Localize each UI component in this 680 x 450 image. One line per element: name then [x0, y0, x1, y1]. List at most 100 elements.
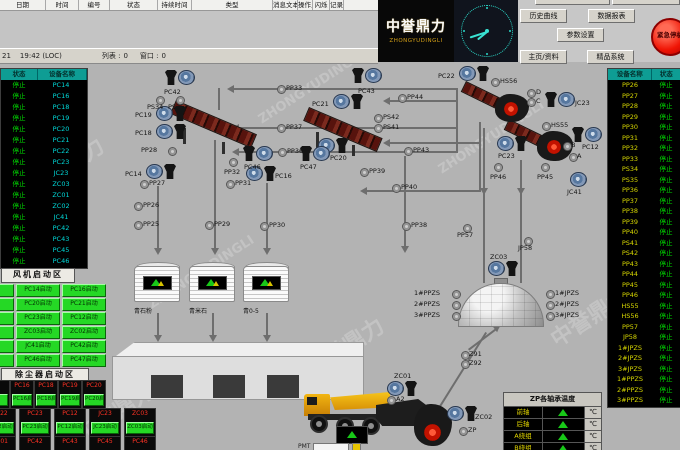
device-zc02[interactable] — [447, 406, 477, 421]
device-status-row[interactable]: PP32 停止 — [608, 143, 680, 154]
device-status-row[interactable]: 1#PPZS 停止 — [608, 374, 680, 385]
storage-silo[interactable]: 青石粉 — [134, 262, 180, 302]
device-status-row[interactable]: HS56 停止 — [608, 311, 680, 322]
dust-start-button[interactable]: JC23启动 — [91, 422, 119, 434]
nav-button-data-report[interactable]: 数据报表 — [588, 9, 635, 23]
device-status-row[interactable]: 停止 PC42 — [1, 223, 87, 234]
device-status-row[interactable]: 停止 PC23 — [1, 157, 87, 168]
device-pc21[interactable] — [333, 94, 363, 109]
device-status-row[interactable]: PP27 停止 — [608, 91, 680, 102]
nav-button-history-curve[interactable]: 历史曲线 — [520, 9, 567, 23]
device-status-row[interactable]: PS34 停止 — [608, 164, 680, 175]
fan-start-button[interactable]: PC42启动 — [62, 340, 106, 353]
fan-start-button[interactable]: JC41启动 — [16, 340, 60, 353]
device-pc43[interactable] — [352, 68, 382, 83]
device-status-row[interactable]: PP38 停止 — [608, 206, 680, 217]
device-status-row[interactable]: 停止 ZC03 — [1, 179, 87, 190]
device-status-row[interactable]: PP37 停止 — [608, 196, 680, 207]
fan-start-button[interactable]: PC47启动 — [62, 354, 106, 367]
nav-button-param-settings[interactable]: 参数设置 — [557, 28, 604, 42]
device-status-row[interactable]: 停止 JC41 — [1, 212, 87, 223]
device-zc03[interactable] — [488, 261, 518, 276]
device-status-row[interactable]: PP29 停止 — [608, 112, 680, 123]
device-status-row[interactable]: 停止 PC22 — [1, 146, 87, 157]
device-status-row[interactable]: PP26 停止 — [608, 80, 680, 91]
fan-start-button[interactable]: ZC02启动 — [62, 326, 106, 339]
device-status-row[interactable]: JP58 停止 — [608, 332, 680, 343]
device-status-row[interactable]: 停止 JC23 — [1, 168, 87, 179]
dust-start-button[interactable]: PC20启动 — [84, 394, 104, 406]
fan-start-button[interactable]: PC23启动 — [16, 312, 60, 325]
fan-start-button[interactable] — [0, 298, 14, 311]
fan-start-button[interactable]: PC12启动 — [62, 312, 106, 325]
device-jc41[interactable] — [570, 172, 587, 187]
device-status-row[interactable]: PP31 停止 — [608, 133, 680, 144]
device-status-row[interactable]: 停止 PC45 — [1, 245, 87, 256]
dust-start-button[interactable]: PC16启动 — [12, 394, 32, 406]
device-status-row[interactable]: PP44 停止 — [608, 269, 680, 280]
alarm-list-empty[interactable] — [0, 11, 378, 48]
device-status-row[interactable]: PS41 停止 — [608, 238, 680, 249]
dust-start-button[interactable]: PC12启动 — [56, 422, 84, 434]
fan-start-button[interactable] — [0, 354, 14, 367]
device-status-row[interactable]: 停止 PC14 — [1, 80, 87, 91]
device-status-row[interactable]: 停止 PC46 — [1, 256, 87, 267]
device-status-row[interactable]: PP33 停止 — [608, 154, 680, 165]
device-pc46[interactable] — [243, 146, 273, 161]
device-status-row[interactable]: 停止 PC43 — [1, 234, 87, 245]
storage-silo[interactable]: 青米石 — [189, 262, 235, 302]
device-pc22[interactable] — [459, 66, 489, 81]
device-status-row[interactable]: PP39 停止 — [608, 217, 680, 228]
nav-button-premium-system[interactable]: 精品系统 — [587, 50, 634, 64]
device-status-row[interactable]: 停止 ZC02 — [1, 201, 87, 212]
dust-start-button[interactable]: PC19启动 — [60, 394, 80, 406]
dust-start-button[interactable] — [0, 394, 8, 406]
fan-start-button[interactable]: PC20启动 — [16, 298, 60, 311]
device-status-row[interactable]: 停止 PC18 — [1, 102, 87, 113]
dust-start-button[interactable]: PC18启动 — [36, 394, 56, 406]
fan-start-button[interactable]: PC46启动 — [16, 354, 60, 367]
device-pc23[interactable] — [497, 136, 527, 151]
device-jc23[interactable] — [545, 92, 575, 107]
dust-start-button[interactable]: ZC03启动 — [126, 422, 154, 434]
nav-button-home-data[interactable]: 主页/资料 — [520, 50, 567, 64]
device-status-row[interactable]: 停止 PC16 — [1, 91, 87, 102]
device-status-row[interactable]: 停止 PC19 — [1, 113, 87, 124]
device-status-row[interactable]: PP43 停止 — [608, 259, 680, 270]
dome-stockpile[interactable] — [458, 283, 544, 327]
device-status-row[interactable]: PP28 停止 — [608, 101, 680, 112]
device-status-row[interactable]: PS35 停止 — [608, 175, 680, 186]
fan-start-button[interactable] — [0, 340, 14, 353]
device-pc12[interactable] — [572, 127, 602, 142]
nav-button-cropped[interactable] — [535, 0, 610, 5]
storage-silo[interactable]: 青0-5 — [243, 262, 289, 302]
device-status-row[interactable]: 3#PPZS 停止 — [608, 395, 680, 406]
device-status-row[interactable]: 停止 PC21 — [1, 135, 87, 146]
device-zc01[interactable] — [387, 381, 417, 396]
fan-start-button[interactable]: PC14启动 — [16, 284, 60, 297]
device-pc47[interactable] — [300, 146, 330, 161]
fan-start-button[interactable] — [0, 312, 14, 325]
dust-start-button[interactable]: PC22启动 — [0, 422, 14, 434]
device-status-row[interactable]: PP46 停止 — [608, 290, 680, 301]
device-status-row[interactable]: PP36 停止 — [608, 185, 680, 196]
device-pc42[interactable] — [165, 70, 195, 85]
fan-start-button[interactable]: ZC03启动 — [16, 326, 60, 339]
fan-start-button[interactable] — [0, 326, 14, 339]
device-status-row[interactable]: 停止 ZC01 — [1, 190, 87, 201]
device-status-row[interactable]: PS42 停止 — [608, 248, 680, 259]
fan-start-button[interactable]: PC16启动 — [62, 284, 106, 297]
nav-button-cropped[interactable] — [612, 0, 680, 5]
dust-start-button[interactable]: PC23启动 — [21, 422, 49, 434]
crusher[interactable] — [495, 94, 529, 122]
device-status-row[interactable]: 3#JPZS 停止 — [608, 364, 680, 375]
device-status-row[interactable]: PP40 停止 — [608, 227, 680, 238]
device-pc18[interactable] — [156, 124, 186, 139]
device-status-row[interactable]: 停止 PC20 — [1, 124, 87, 135]
device-status-row[interactable]: 1#JPZS 停止 — [608, 343, 680, 354]
device-status-row[interactable]: PP57 停止 — [608, 322, 680, 333]
device-status-row[interactable]: 2#PPZS 停止 — [608, 385, 680, 396]
device-status-row[interactable]: PP45 停止 — [608, 280, 680, 291]
pmt-value-box[interactable] — [313, 443, 349, 450]
device-status-row[interactable]: HS55 停止 — [608, 301, 680, 312]
